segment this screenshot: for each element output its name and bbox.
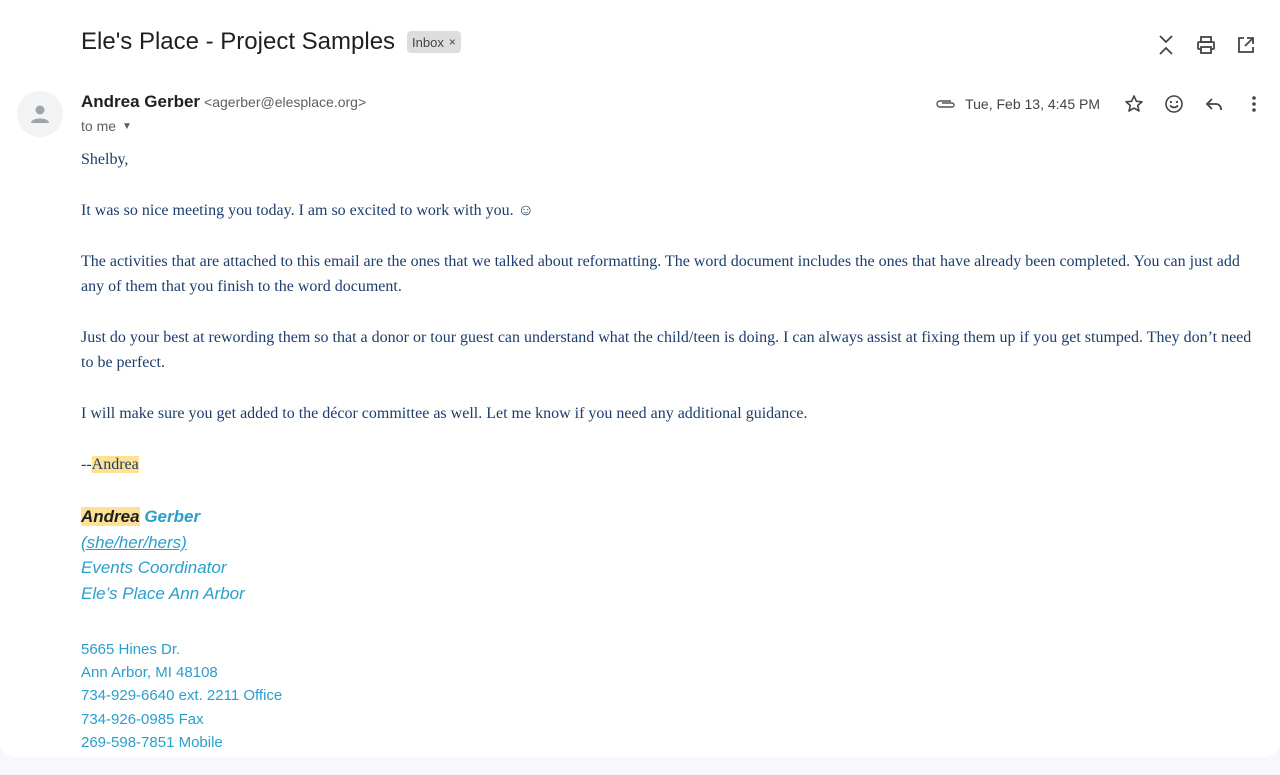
signature-title: Events Coordinator — [81, 558, 227, 577]
inbox-label-chip[interactable]: Inbox × — [407, 31, 461, 53]
avatar[interactable] — [17, 91, 63, 137]
signoff-prefix: -- — [81, 456, 92, 473]
emoji-icon[interactable] — [1154, 89, 1194, 119]
signature: Andrea Gerber (she/her/hers) Events Coor… — [81, 504, 245, 606]
signature-name: Andrea Gerber — [81, 504, 245, 530]
signature-last-name: Gerber — [144, 507, 201, 526]
top-actions — [1146, 30, 1266, 60]
chevron-down-icon: ▼ — [122, 120, 132, 132]
recipient-label: to me — [81, 118, 117, 134]
sender-email: <agerber@elesplace.org> — [204, 94, 367, 110]
star-icon[interactable] — [1114, 89, 1154, 119]
phone-office: 734-929-6640 ext. 2211 Office — [81, 687, 283, 705]
remove-label-icon[interactable]: × — [449, 35, 456, 49]
message-body: Shelby, It was so nice meeting you today… — [81, 147, 1261, 503]
signature-org: Ele’s Place Ann Arbor — [81, 583, 245, 603]
recipient-dropdown[interactable]: to me ▼ — [81, 118, 132, 134]
address-city: Ann Arbor, MI 48108 — [81, 664, 218, 682]
signature-first-name: Andrea — [81, 507, 140, 526]
email-subject: Ele's Place - Project Samples — [81, 28, 396, 55]
reply-icon[interactable] — [1194, 89, 1234, 119]
person-icon — [31, 105, 49, 123]
email-card: Ele's Place - Project Samples Inbox × An… — [0, 0, 1280, 757]
body-paragraph: The activities that are attached to this… — [81, 253, 1240, 295]
pronouns-link[interactable]: (she/her/hers) — [81, 533, 187, 552]
open-in-new-window-icon[interactable] — [1226, 30, 1266, 60]
body-paragraph: It was so nice meeting you today. I am s… — [81, 202, 534, 219]
phone-mobile: 269-598-7851 Mobile — [81, 733, 223, 751]
expand-all-icon[interactable] — [1146, 30, 1186, 60]
sender-name[interactable]: Andrea Gerber — [81, 92, 200, 112]
message-meta: Tue, Feb 13, 4:45 PM — [935, 89, 1274, 119]
body-paragraph: Just do your best at rewording them so t… — [81, 329, 1252, 371]
phone-fax: 734-926-0985 Fax — [81, 710, 204, 728]
subject-row: Ele's Place - Project Samples Inbox × — [81, 28, 461, 56]
signoff: --Andrea — [81, 452, 1261, 477]
more-vert-icon[interactable] — [1234, 89, 1274, 119]
attachment-icon — [935, 98, 957, 110]
label-name: Inbox — [412, 34, 444, 50]
body-paragraph: I will make sure you get added to the dé… — [81, 405, 808, 422]
print-icon[interactable] — [1186, 30, 1226, 60]
signoff-name: Andrea — [91, 456, 139, 473]
greeting: Shelby, — [81, 151, 129, 168]
sender-line: Andrea Gerber <agerber@elesplace.org> — [81, 92, 366, 112]
message-date: Tue, Feb 13, 4:45 PM — [965, 96, 1100, 112]
address-street: 5665 Hines Dr. — [81, 641, 181, 658]
signature-address: 5665 Hines Dr. Ann Arbor, MI 48108 734-9… — [81, 638, 282, 754]
